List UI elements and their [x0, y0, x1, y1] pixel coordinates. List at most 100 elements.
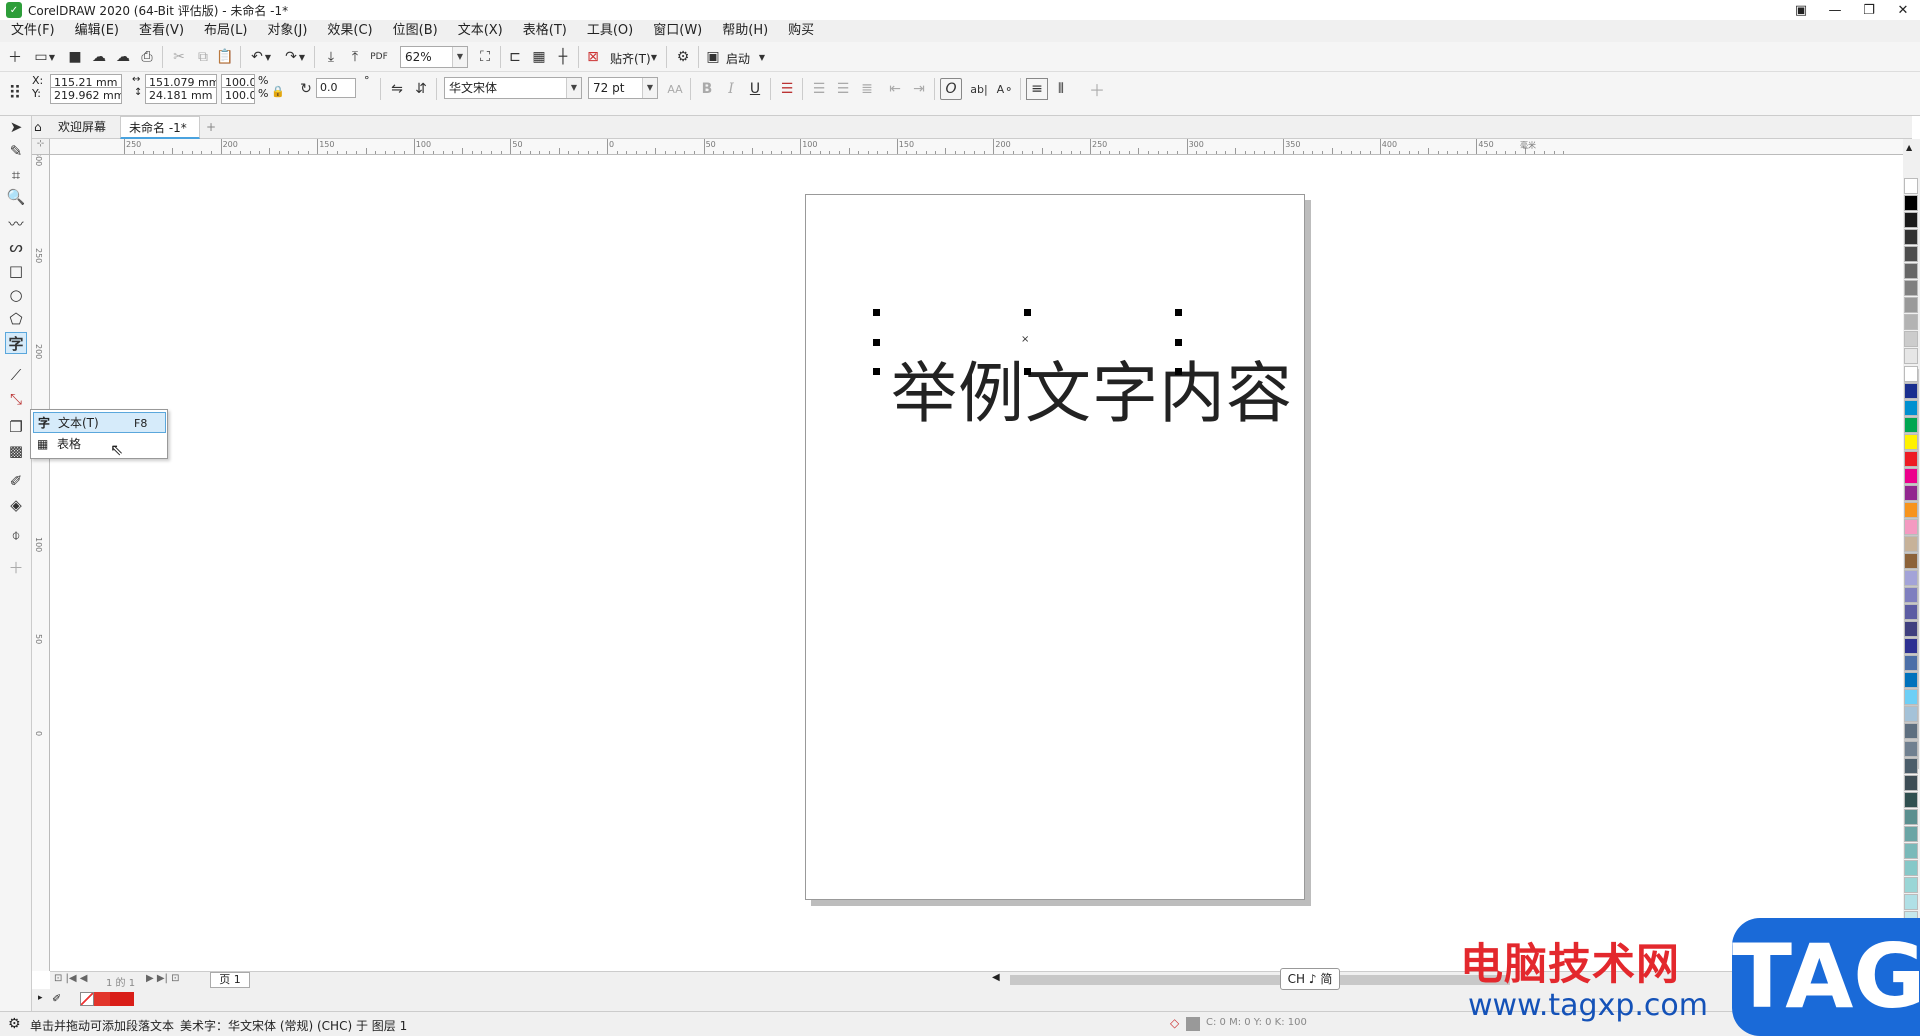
italic-button[interactable]: I [720, 78, 742, 100]
palette-swatch[interactable] [1904, 587, 1918, 604]
page-tab[interactable]: 页 1 [210, 972, 250, 988]
connector-tool-icon[interactable]: ⤡ [5, 388, 27, 410]
smart-fill-icon[interactable]: ⌽ [5, 524, 27, 546]
redo-dropdown-icon[interactable]: ▼ [296, 46, 308, 68]
palette-swatch[interactable] [1904, 791, 1918, 808]
palette-swatch[interactable] [1904, 740, 1918, 757]
document-page[interactable]: 举例文字内容 × [805, 194, 1305, 900]
palette-swatch[interactable] [1904, 297, 1918, 314]
palette-swatch[interactable] [1904, 399, 1918, 416]
increase-indent-icon[interactable]: ⇥ [908, 78, 930, 100]
palette-swatch[interactable] [1904, 331, 1918, 348]
copy-icon[interactable]: ⧉ [192, 46, 214, 68]
cloud-download-icon[interactable]: ☁ [88, 46, 110, 68]
menu-edit[interactable]: 编辑(E) [64, 20, 128, 42]
palette-swatch[interactable] [1904, 553, 1918, 570]
selection-handle[interactable] [1175, 309, 1182, 316]
selection-handle[interactable] [1175, 368, 1182, 375]
rectangle-tool-icon[interactable]: □ [5, 260, 27, 282]
palette-swatch[interactable] [1904, 689, 1918, 706]
horizontal-ruler[interactable]: 250 200 150 100 50 0 50 100 150 200 250 300 350 400 45… [50, 139, 1903, 155]
menu-bitmaps[interactable]: 位图(B) [382, 20, 447, 42]
palette-swatch[interactable] [1904, 382, 1918, 399]
home-icon[interactable]: ⌂ [32, 116, 50, 139]
palette-swatch[interactable] [1904, 280, 1918, 297]
chevron-down-icon[interactable]: ▼ [452, 47, 467, 67]
palette-swatch[interactable] [1904, 723, 1918, 740]
palette-swatch[interactable] [1904, 859, 1918, 876]
palette-swatch[interactable] [1904, 808, 1918, 825]
palette-swatch[interactable] [1904, 348, 1918, 365]
mirror-vertical-icon[interactable]: ⇵ [410, 78, 432, 100]
expand-icon[interactable]: ▸ [38, 993, 43, 1003]
new-document-icon[interactable]: ＋ [4, 46, 26, 68]
selection-handle[interactable] [1024, 368, 1031, 375]
menu-layout[interactable]: 布局(L) [193, 20, 256, 42]
font-size-adjust-icon[interactable]: AA [664, 78, 686, 100]
palette-swatch[interactable] [1904, 672, 1918, 689]
palette-swatch[interactable] [1904, 655, 1918, 672]
scale-height-field[interactable]: 100.0 [221, 87, 255, 104]
drawing-canvas[interactable]: 举例文字内容 × [50, 155, 1903, 971]
options-gear-icon[interactable]: ⚙ [672, 46, 694, 68]
add-tool-plus-icon[interactable]: ＋ [1086, 78, 1108, 100]
close-button[interactable]: ✕ [1886, 0, 1920, 20]
show-guidelines-icon[interactable]: ┼ [552, 46, 574, 68]
eyedropper-icon[interactable]: ✐ [5, 470, 27, 492]
palette-swatch[interactable] [1904, 570, 1918, 587]
show-rulers-icon[interactable]: ⊏ [504, 46, 526, 68]
palette-swatch[interactable] [1904, 195, 1918, 212]
palette-swatch[interactable] [1904, 706, 1918, 723]
customize-toolbox-icon[interactable]: ＋ [5, 556, 27, 578]
minimize-button[interactable]: — [1818, 0, 1852, 20]
object-origin-icon[interactable]: ⠿ [4, 82, 26, 104]
menu-table[interactable]: 表格(T) [512, 20, 576, 42]
palette-swatch[interactable] [1904, 876, 1918, 893]
palette-swatch[interactable] [1904, 774, 1918, 791]
menu-view[interactable]: 查看(V) [128, 20, 193, 42]
snap-to-label[interactable]: 贴齐(T) [610, 50, 651, 67]
pick-tool-icon[interactable]: ➤ [5, 116, 27, 138]
palette-swatch[interactable] [1904, 638, 1918, 655]
selection-handle[interactable] [873, 368, 880, 375]
palette-swatch[interactable] [1904, 229, 1918, 246]
menu-tools[interactable]: 工具(O) [576, 20, 642, 42]
palette-swatch[interactable] [1904, 825, 1918, 842]
font-list-combo[interactable]: 华文宋体 ▼ [444, 77, 582, 99]
launch-dropdown-icon[interactable]: ▼ [756, 46, 768, 68]
drop-cap-icon[interactable]: ≣ [856, 78, 878, 100]
palette-swatch[interactable] [1904, 246, 1918, 263]
no-fill-swatch[interactable] [80, 992, 94, 1006]
palette-swatch[interactable] [1904, 467, 1918, 484]
publish-pdf-icon[interactable]: PDF [368, 46, 390, 68]
save-icon[interactable]: ■ [64, 46, 86, 68]
underline-button[interactable]: U [744, 78, 766, 100]
cloud-upload-icon[interactable]: ☁ [112, 46, 134, 68]
snap-off-icon[interactable]: ⊠ [582, 46, 604, 68]
palette-swatch[interactable] [1904, 365, 1918, 382]
selection-handle[interactable] [1175, 339, 1182, 346]
palette-swatch[interactable] [1904, 604, 1918, 621]
menu-text[interactable]: 文本(X) [447, 20, 512, 42]
color-swatch[interactable] [94, 992, 110, 1006]
numbered-list-icon[interactable]: ☰ [832, 78, 854, 100]
show-grid-icon[interactable]: ▦ [528, 46, 550, 68]
transparency-icon[interactable]: ▩ [5, 440, 27, 462]
font-size-combo[interactable]: 72 pt ▼ [588, 77, 658, 99]
eyedropper-icon[interactable]: ✐ [52, 992, 61, 1005]
y-position-field[interactable]: 219.962 mm [50, 87, 122, 104]
color-swatch[interactable] [110, 992, 134, 1006]
lock-ratio-icon[interactable]: 🔒 [270, 80, 286, 102]
palette-swatch[interactable] [1904, 450, 1918, 467]
scroll-up-icon[interactable]: ▲ [1906, 143, 1912, 152]
palette-swatch[interactable] [1904, 893, 1918, 910]
mirror-horizontal-icon[interactable]: ⇋ [386, 78, 408, 100]
selection-handle[interactable] [873, 309, 880, 316]
horizontal-scrollbar-thumb[interactable] [1010, 975, 1510, 985]
tab-welcome-screen[interactable]: 欢迎屏幕 [50, 116, 114, 139]
restore-view-icon[interactable]: ▣ [1784, 0, 1818, 20]
undo-dropdown-icon[interactable]: ▼ [262, 46, 274, 68]
palette-swatch[interactable] [1904, 416, 1918, 433]
bullet-list-icon[interactable]: ☰ [808, 78, 830, 100]
page-nav-controls[interactable]: ⊡ |◀ ◀ [54, 973, 88, 984]
